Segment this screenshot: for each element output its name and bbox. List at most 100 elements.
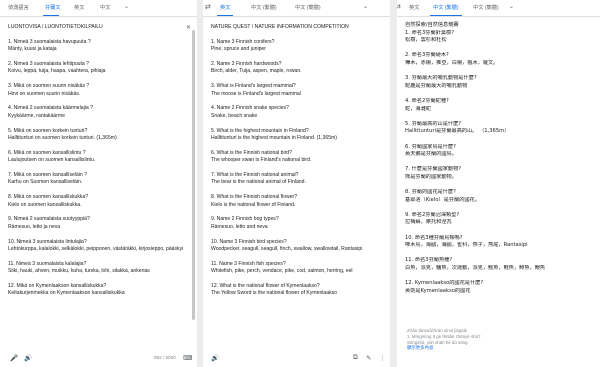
source-panel: 偵測語言 芬蘭文 英文 中文 ⌄ ✕ LUONTOVISA / LUONTOTI…: [0, 0, 197, 367]
translation-segment: 9. Name 2 Finnish bog types? Rämesuo, let…: [211, 216, 384, 231]
speaker-icon[interactable]: 🔊: [24, 354, 32, 362]
edit-icon[interactable]: ✎: [366, 354, 371, 362]
tab-chinese-traditional[interactable]: 中文 (繁體): [433, 4, 459, 11]
segment-answer: Halltitunturi on suomen korkein tunturi.…: [8, 135, 117, 142]
translation-segment: 7. Mikä on suomen kansalliseläin ? Karhu …: [8, 172, 183, 187]
tab-finnish[interactable]: 芬蘭文: [45, 4, 61, 11]
translation-segment: 11. Name 3 Finnish fish species? Whitefis…: [211, 261, 384, 276]
speaker-icon[interactable]: 🔊: [211, 354, 219, 362]
translation-segment: 10. Name 3 Finnish bird species? Woodpeck…: [211, 239, 384, 254]
segment-question: 2. Nimeä 3 suomalaista lehtipuuta ?: [8, 61, 89, 67]
translation-segment: 9. Nimeä 2 suomalaista suotyyppiä? Rämesu…: [8, 216, 183, 231]
segment-answer: The bear is the national animal of Finla…: [211, 179, 306, 186]
tab-english-target[interactable]: 英文: [220, 4, 230, 11]
tab-detect-language[interactable]: 偵測語言: [8, 4, 29, 11]
segment-answer: Rämesuo, letto and neva: [211, 223, 268, 230]
segment-question: 7. 什麼是芬蘭國家動物?: [405, 166, 462, 173]
segment-answer: Halltitunturi is the highest mountain in…: [211, 135, 337, 142]
close-icon[interactable]: ✕: [186, 24, 191, 31]
segment-answer: Siiki, hauki, ahven, muikku, kuha, tursk…: [8, 268, 150, 275]
translation-segment: 2. 命名3芬蘭硬木? 樺木，赤楊，推亞，白楊，楓木，羅文。: [405, 52, 592, 67]
segment-answer: 駝鹿是芬蘭最大的哺乳動物: [405, 82, 468, 89]
translation-panel-english: ⇄ 英文 中文 (繁體) 中文 (簡體) ⌄ NATURE QUEST / NA…: [203, 0, 390, 367]
translation-segment: 2. Nimeä 3 suomalaista lehtipuuta ? Koivu…: [8, 61, 183, 76]
translation-segment: 11. Nimeä 3 suomalaista kalalajia? Siiki,…: [8, 261, 183, 276]
translation-segment: 1. 命名3芬蘭針葉樹? 松樹，雲杉和杜松: [405, 30, 592, 45]
segment-question: 9. Nimeä 2 suomalaista suotyyppiä?: [8, 216, 90, 223]
segment-question: 5. 芬蘭最高的山是什麼?: [405, 120, 462, 127]
translation-segment: 4. Name 2 Finnish snake species? Snake, b…: [211, 105, 384, 120]
segment-question: 11. Nimeä 3 suomalaista kalalajia?: [8, 260, 87, 267]
tab-english[interactable]: 英文: [74, 4, 84, 11]
segment-question: 9. 命名2芬蘭沼澤類型?: [405, 211, 460, 218]
segment-answer: Halltitunturi是芬蘭最高的山。 （1,365m）: [405, 128, 510, 135]
swap-arrows-icon[interactable]: ⇄: [397, 3, 401, 11]
translation-segment: 7. What is the Finnish national animal? T…: [211, 172, 384, 187]
segment-answer: The Yellow Sword is the national flower …: [211, 290, 337, 297]
segment-question: 8. What is the Finnish national flower?: [211, 194, 298, 201]
segment-question: 3. Mikä on suomen suurin nisäkäs ?: [8, 83, 90, 90]
segment-answer: Keltakurjenmekka on Kymenlaakson kansall…: [8, 290, 125, 297]
segment-question: 7. What is the Finnish national animal?: [211, 172, 299, 179]
translation-title: NATURE QUEST / NATURE INFORMATION COMPET…: [211, 24, 349, 30]
segment-question: 10. Name 3 Finnish bird species?: [211, 238, 287, 245]
tab-english-target[interactable]: 英文: [409, 4, 419, 11]
translation-segment: 8. 芬蘭的國花是什麼? 基耶洛（Kielo）是芬蘭的國花。: [405, 189, 592, 204]
chevron-down-icon[interactable]: ⌄: [509, 3, 514, 10]
segment-answer: 啄木鳥，海鷗，海鷗，雀科，燕子，燕尾，Rantasipi: [405, 242, 528, 249]
translation-segment: 3. 芬蘭最大的哺乳動物是什麼? 駝鹿是芬蘭最大的哺乳動物: [405, 75, 592, 90]
active-tab-indicator: [217, 15, 233, 16]
character-counter: 992 / 5000: [154, 355, 176, 360]
show-more-link[interactable]: 顯示更多內容: [407, 346, 480, 352]
translation-segment: 6. Mikä on suomen kansallislintu ? Lauluj…: [8, 150, 183, 165]
keyboard-icon[interactable]: ⌨: [183, 354, 192, 362]
copy-icon[interactable]: ⧉: [353, 353, 358, 362]
segment-answer: Rämesuo, letto ja neva: [8, 223, 61, 230]
translation-segment: 8. Mikä on suomen kansalliskukka? Kielo o…: [8, 194, 183, 209]
translation-segment: 10. Nimeä 3 suomalaista lintulajia? Lehto…: [8, 239, 183, 254]
translation-segment: 9. 命名2芬蘭沼澤類型? 拉梅蘇，萊托和涅瓦: [405, 212, 592, 227]
segment-answer: Kielo on suomen kansalliskukka.: [8, 201, 82, 208]
chevron-down-icon[interactable]: ⌄: [124, 3, 129, 10]
segment-question: 8. 芬蘭的國花是什麼?: [405, 189, 456, 196]
segment-answer: Lehtokurppa, kalalokki, selkälokki, peip…: [8, 246, 183, 253]
tab-chinese[interactable]: 中文: [100, 4, 110, 11]
segment-question: 7. Mikä on suomen kansalliseläin ?: [8, 172, 87, 179]
segment-question: 6. What is the Finnish national bird?: [211, 149, 292, 156]
translation-segment: 3. What is Finland's largest mammal? The …: [211, 83, 384, 98]
translation-segment: 12. Mikä on Kymenlaakson kansalliskukka?…: [8, 283, 183, 298]
segment-answer: Mänty, kuusi ja kataja: [8, 46, 57, 53]
tab-chinese-simplified[interactable]: 中文 (簡體): [473, 4, 499, 11]
segment-answer: Karhu on Suomen kansalliseläin.: [8, 179, 83, 186]
translation-text-english: NATURE QUEST / NATURE INFORMATION COMPET…: [211, 24, 384, 305]
segment-question: 1. Nimeä 3 suomalaista havupuuta ?: [8, 38, 91, 45]
translation-segment: 5. 芬蘭最高的山是什麼? Halltitunturi是芬蘭最高的山。 （1,36…: [405, 121, 592, 136]
segment-question: 12. What is the national flower of Kymen…: [211, 283, 320, 290]
segment-question: 2. 命名3芬蘭硬木?: [405, 52, 449, 59]
swap-arrows-icon[interactable]: ⇄: [205, 3, 211, 11]
segment-question: 2. Name 3 Finnish hardwoods?: [211, 61, 282, 67]
translation-segment: 7. 什麼是芬蘭國家動物? 熊是芬蘭的國家動物。: [405, 166, 592, 181]
chevron-down-icon[interactable]: ⌄: [363, 3, 368, 10]
tab-chinese-simplified[interactable]: 中文 (簡體): [295, 4, 321, 11]
translation-text-chinese: 自然探索/自然信息競賽 1. 命名3芬蘭針葉樹? 松樹，雲杉和杜松 2. 命名3芬蘭…: [405, 22, 592, 303]
segment-answer: Woodpecker, seagull, seagull, finch, swa…: [211, 246, 363, 253]
translation-segment: 4. Nimeä 2 suomalaista käärmelajia ? Kyyk…: [8, 105, 183, 120]
translation-segment: 12. What is the national flower of Kymen…: [211, 283, 384, 298]
segment-answer: Laulujoutsen on suomen kansallislintu.: [8, 157, 96, 164]
microphone-icon[interactable]: 🎤: [10, 354, 18, 362]
share-icon[interactable]: ⋮: [379, 354, 386, 362]
tab-chinese-traditional[interactable]: 中文 (繁體): [251, 4, 277, 11]
target-language-tabs-2: ⇄ 英文 中文 (繁體) 中文 (簡體) ⌄: [397, 0, 600, 17]
translation-segment: 6. 芬蘭國家鳥是什麼? 黃天鵝是芬蘭的國鳥。: [405, 144, 592, 159]
segment-question: 6. Mikä on suomen kansallislintu ?: [8, 149, 86, 156]
segment-answer: Snake, beach snake: [211, 112, 258, 119]
translation-segment: 2. Name 3 Finnish hardwoods? Birch, alder…: [211, 61, 384, 76]
source-scrollbar[interactable]: [192, 30, 195, 320]
segment-answer: 熊是芬蘭的國家動物。: [405, 173, 457, 180]
translation-segment: 1. Nimeä 3 suomalaista havupuuta ? Mänty,…: [8, 39, 183, 54]
segment-answer: 白魚，派克，鱸魚，次運動，派克，鱈魚，鮭魚，鯡魚，鰻魚: [405, 265, 546, 271]
segment-question: 9. Name 2 Finnish bog types?: [211, 216, 279, 223]
active-tab-indicator: [43, 15, 59, 16]
source-text-area[interactable]: LUONTOVISA / LUONTOTIETOKILPAILU 1. Nime…: [8, 24, 183, 305]
